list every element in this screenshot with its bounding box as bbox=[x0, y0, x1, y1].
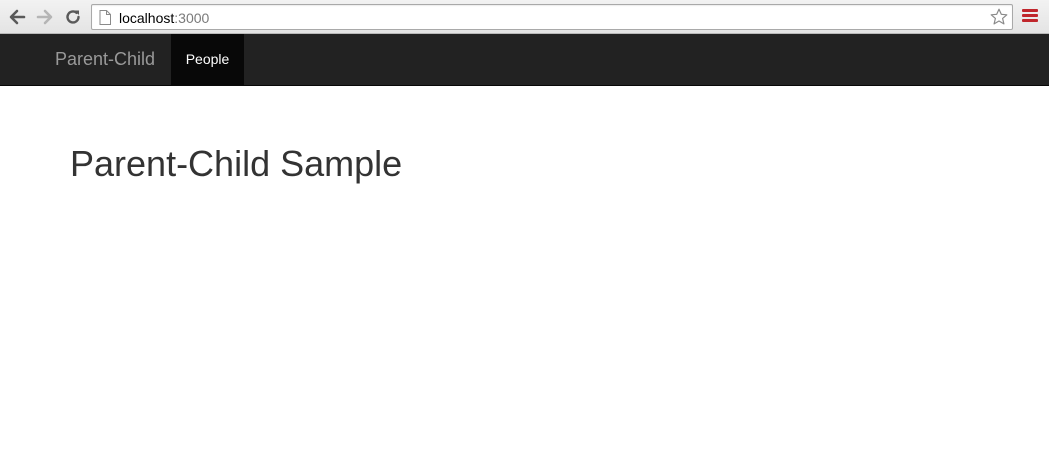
browser-toolbar: localhost:3000 bbox=[0, 0, 1049, 34]
page-icon bbox=[99, 10, 111, 30]
nav-item-people[interactable]: People bbox=[171, 34, 244, 85]
reload-icon[interactable] bbox=[63, 7, 83, 27]
menu-icon-bar bbox=[1022, 9, 1038, 12]
url-host: localhost bbox=[119, 10, 175, 26]
navbar-brand[interactable]: Parent-Child bbox=[55, 34, 155, 85]
back-arrow-icon[interactable] bbox=[7, 7, 27, 27]
menu-icon-bar bbox=[1022, 19, 1038, 22]
forward-arrow-icon[interactable] bbox=[35, 7, 55, 27]
url-text: localhost:3000 bbox=[119, 10, 209, 26]
url-port: :3000 bbox=[174, 10, 210, 26]
star-icon[interactable] bbox=[990, 8, 1008, 31]
menu-icon[interactable] bbox=[1022, 9, 1038, 25]
menu-icon-bar bbox=[1022, 14, 1038, 17]
navbar: Parent-Child People bbox=[0, 34, 1049, 86]
page-title: Parent-Child Sample bbox=[70, 143, 403, 184]
address-bar[interactable]: localhost:3000 bbox=[91, 4, 1013, 30]
